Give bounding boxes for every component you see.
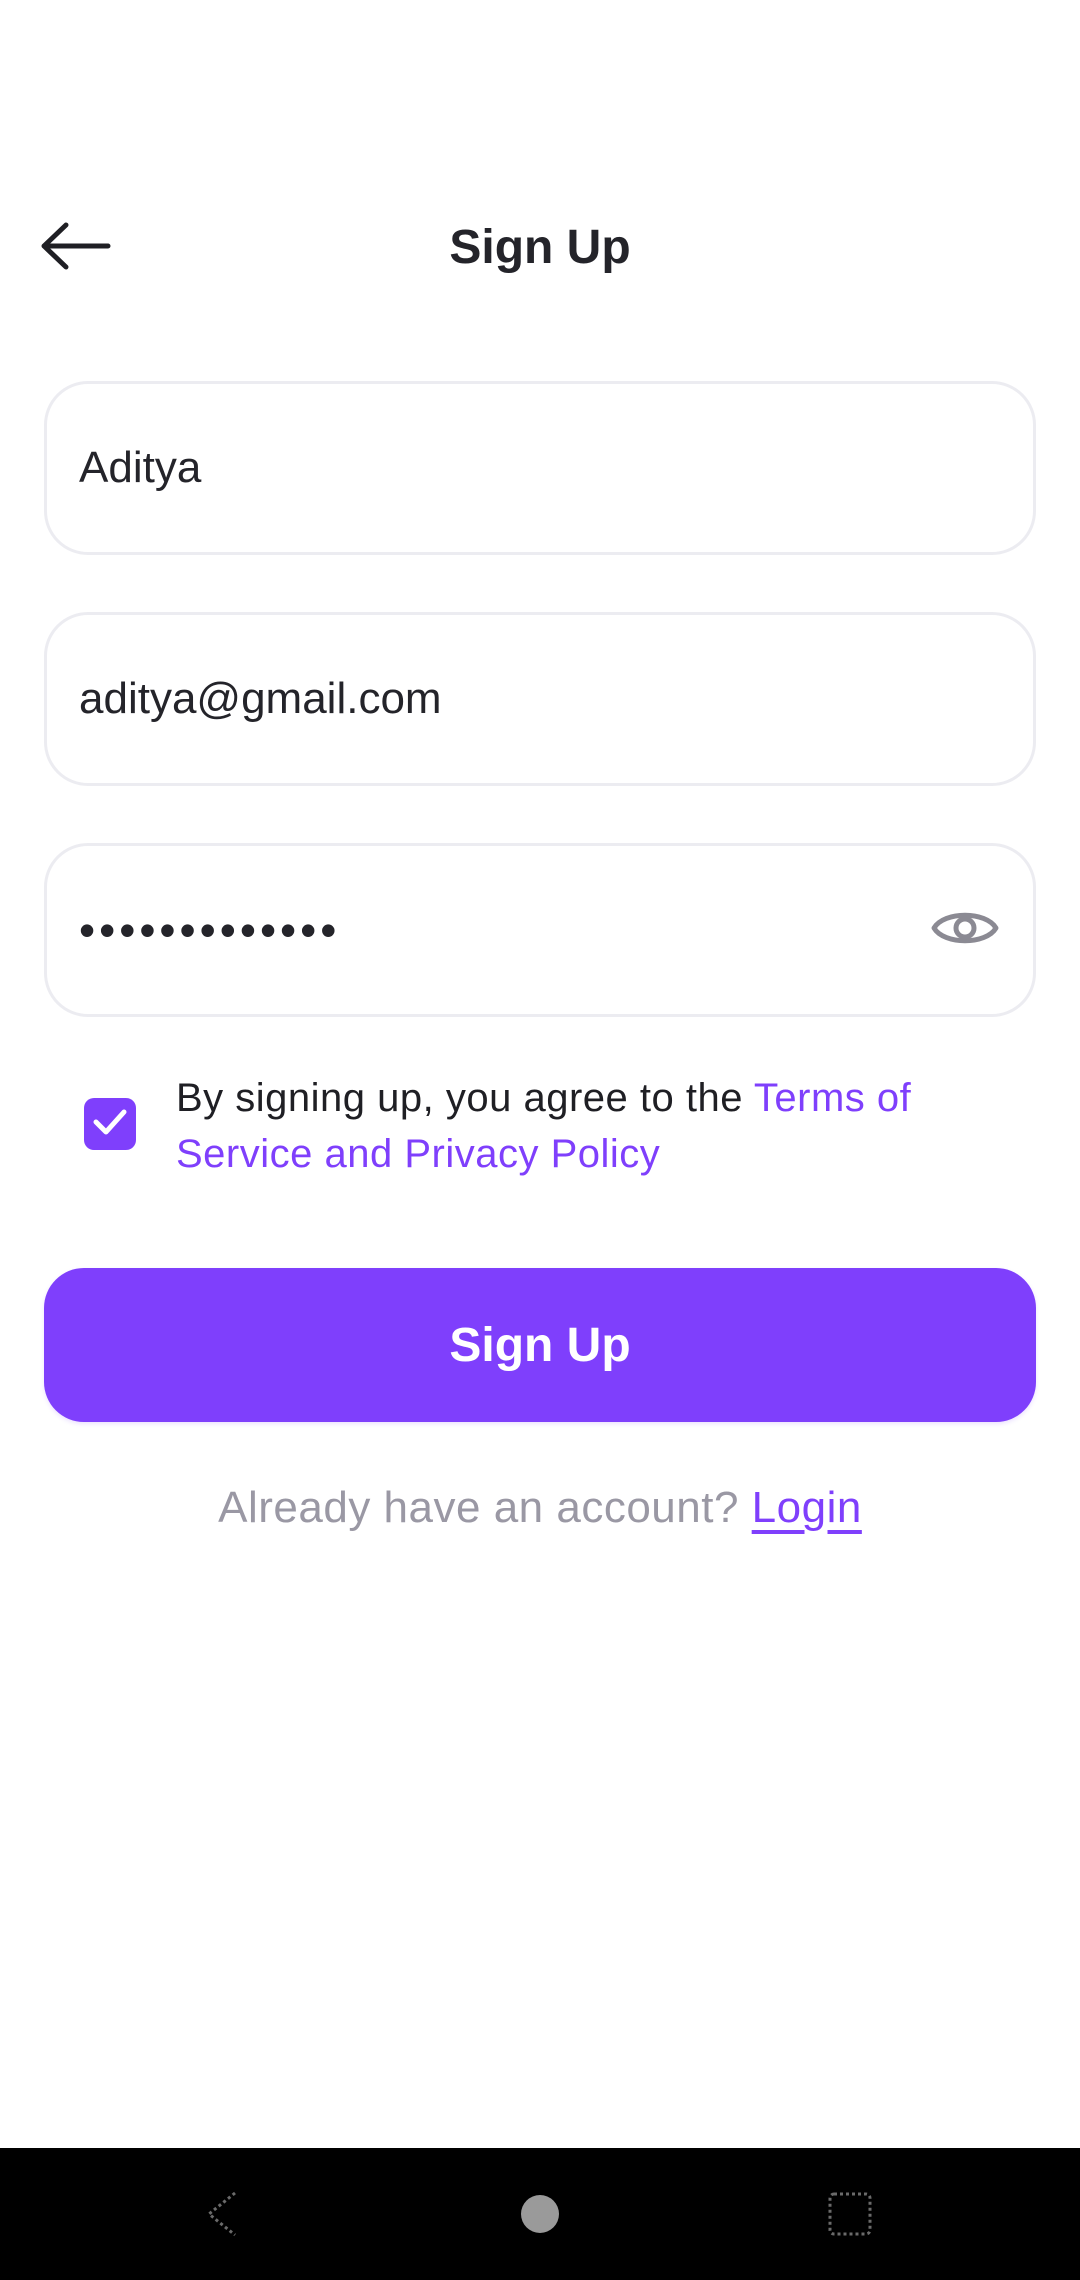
- page-title: Sign Up: [449, 221, 631, 274]
- terms-checkbox[interactable]: [84, 1098, 136, 1150]
- arrow-left-icon: [40, 221, 112, 276]
- nav-recents-icon: [825, 2189, 875, 2244]
- app-bar: Sign Up: [0, 186, 1080, 310]
- terms-text: By signing up, you agree to the Terms of…: [176, 1070, 1016, 1182]
- sign-up-button[interactable]: Sign Up: [44, 1268, 1036, 1422]
- login-link[interactable]: Login: [752, 1483, 862, 1532]
- nav-back-button[interactable]: [184, 2176, 264, 2256]
- back-button[interactable]: [28, 212, 124, 284]
- login-prompt-text: Already have an account?: [218, 1483, 752, 1532]
- name-field[interactable]: [44, 381, 1036, 555]
- nav-recents-button[interactable]: [810, 2176, 890, 2256]
- nav-back-icon: [199, 2189, 249, 2244]
- terms-statement: By signing up, you agree to the: [176, 1076, 754, 1120]
- login-prompt: Already have an account? Login: [0, 1478, 1080, 1538]
- email-field[interactable]: [44, 612, 1036, 786]
- password-input[interactable]: [79, 846, 879, 1014]
- system-nav-bar: [0, 2148, 1080, 2280]
- nav-home-icon: [518, 2192, 562, 2241]
- toggle-password-visibility-button[interactable]: [925, 892, 1005, 968]
- password-field[interactable]: [44, 843, 1036, 1017]
- terms-row: By signing up, you agree to the Terms of…: [84, 1070, 1014, 1190]
- eye-icon: [930, 903, 1000, 958]
- checkmark-icon: [92, 1107, 128, 1142]
- nav-home-button[interactable]: [500, 2176, 580, 2256]
- email-input[interactable]: [79, 615, 959, 783]
- name-input[interactable]: [79, 384, 959, 552]
